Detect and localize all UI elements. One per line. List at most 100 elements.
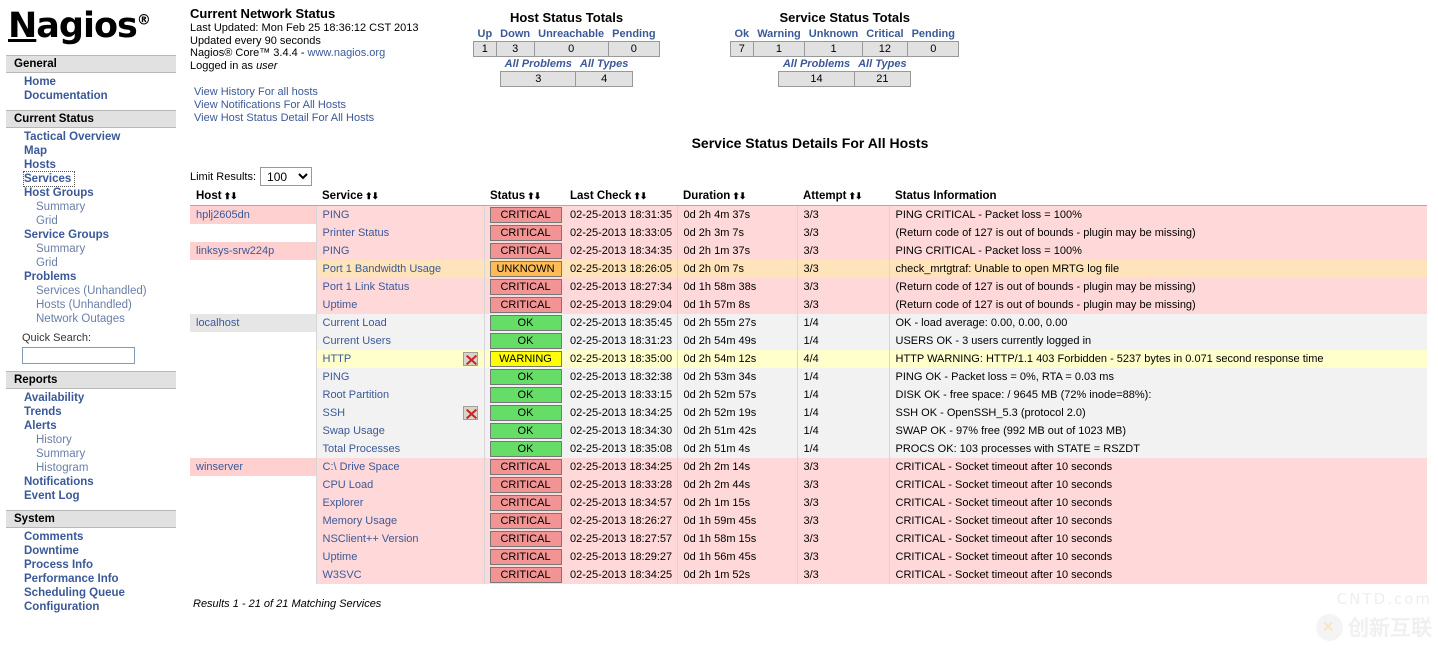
network-status-link[interactable]: View History For all hosts xyxy=(190,86,470,99)
sidebar-item-service-groups[interactable]: Service Groups xyxy=(0,228,184,242)
service-link[interactable]: Uptime xyxy=(323,299,358,311)
subtotals-value[interactable]: 4 xyxy=(575,71,633,87)
nagios-org-link[interactable]: www.nagios.org xyxy=(308,47,386,59)
sidebar-item-grid[interactable]: Grid xyxy=(0,214,184,228)
nagios-logo[interactable]: Nagios® xyxy=(0,0,184,48)
totals-value[interactable]: 0 xyxy=(607,41,661,57)
column-header-duration[interactable]: Duration ⬆⬇ xyxy=(677,189,797,206)
totals-value[interactable]: 7 xyxy=(730,41,754,57)
service-link[interactable]: Printer Status xyxy=(323,227,390,239)
subtotals-header: All Types xyxy=(579,58,629,70)
host-cell[interactable]: winserver xyxy=(190,458,317,476)
column-header-label: Service xyxy=(322,190,363,202)
totals-value[interactable]: 12 xyxy=(861,41,909,57)
sidebar-item-summary[interactable]: Summary xyxy=(0,200,184,214)
service-link[interactable]: Root Partition xyxy=(323,389,390,401)
service-link[interactable]: PING xyxy=(323,371,350,383)
sort-arrows-icon[interactable]: ⬆⬇ xyxy=(365,191,379,201)
sidebar-item-map[interactable]: Map xyxy=(0,144,184,158)
service-link[interactable]: PING xyxy=(323,209,350,221)
sidebar-item-summary[interactable]: Summary xyxy=(0,447,184,461)
sidebar-item-tactical-overview[interactable]: Tactical Overview xyxy=(0,130,184,144)
host-cell[interactable]: localhost xyxy=(190,314,317,332)
service-link[interactable]: Current Users xyxy=(323,335,391,347)
subtotals-value[interactable]: 21 xyxy=(853,71,912,87)
sidebar-item-comments[interactable]: Comments xyxy=(0,530,184,544)
sidebar-item-hosts-unhandled[interactable]: Hosts (Unhandled) xyxy=(0,298,184,312)
sort-arrows-icon[interactable]: ⬆⬇ xyxy=(848,191,862,201)
sidebar-item-availability[interactable]: Availability xyxy=(0,391,184,405)
sidebar-item-grid[interactable]: Grid xyxy=(0,256,184,270)
host-totals-value-row: 1300 xyxy=(473,41,661,57)
sidebar-item-scheduling-queue[interactable]: Scheduling Queue xyxy=(0,586,184,600)
totals-value[interactable]: 1 xyxy=(473,41,497,57)
sidebar-item-notifications[interactable]: Notifications xyxy=(0,475,184,489)
service-link[interactable]: HTTP xyxy=(323,353,352,365)
sidebar-item-services-unhandled[interactable]: Services (Unhandled) xyxy=(0,284,184,298)
sort-arrows-icon[interactable]: ⬆⬇ xyxy=(527,191,541,201)
service-link[interactable]: Uptime xyxy=(323,551,358,563)
totals-value[interactable]: 0 xyxy=(907,41,960,57)
service-link[interactable]: Port 1 Bandwidth Usage xyxy=(323,263,442,275)
quick-search-input[interactable] xyxy=(22,347,135,364)
column-header-last-check[interactable]: Last Check ⬆⬇ xyxy=(564,189,677,206)
service-link[interactable]: Memory Usage xyxy=(323,515,398,527)
sidebar-item-history[interactable]: History xyxy=(0,433,184,447)
sidebar-item-histogram[interactable]: Histogram xyxy=(0,461,184,475)
sidebar-item-host-groups[interactable]: Host Groups xyxy=(0,186,184,200)
service-link[interactable]: Total Processes xyxy=(323,443,401,455)
sort-arrows-icon[interactable]: ⬆⬇ xyxy=(633,191,647,201)
column-header-service[interactable]: Service ⬆⬇ xyxy=(316,189,484,206)
sidebar-item-network-outages[interactable]: Network Outages xyxy=(0,312,184,326)
sidebar-item-documentation[interactable]: Documentation xyxy=(0,89,184,103)
service-link[interactable]: Swap Usage xyxy=(323,425,385,437)
limit-results-select[interactable]: 501002505001000 xyxy=(260,167,313,186)
totals-value[interactable]: 3 xyxy=(495,41,535,57)
notifications-disabled-icon[interactable] xyxy=(462,352,478,366)
sidebar-item-downtime[interactable]: Downtime xyxy=(0,544,184,558)
service-link[interactable]: Current Load xyxy=(323,317,387,329)
service-link[interactable]: PING xyxy=(323,245,350,257)
host-link[interactable]: winserver xyxy=(196,461,243,473)
host-link[interactable]: hplj2605dn xyxy=(196,209,250,221)
totals-value[interactable]: 1 xyxy=(804,41,863,57)
sidebar-item-problems[interactable]: Problems xyxy=(0,270,184,284)
network-status-link[interactable]: View Notifications For All Hosts xyxy=(190,99,470,112)
host-link[interactable]: localhost xyxy=(196,317,239,329)
sidebar-item-home[interactable]: Home xyxy=(0,75,184,89)
service-link[interactable]: Port 1 Link Status xyxy=(323,281,410,293)
service-link[interactable]: CPU Load xyxy=(323,479,374,491)
service-link[interactable]: Explorer xyxy=(323,497,364,509)
host-link[interactable]: linksys-srw224p xyxy=(196,245,274,257)
subtotals-value[interactable]: 14 xyxy=(778,71,855,87)
column-header-attempt[interactable]: Attempt ⬆⬇ xyxy=(797,189,889,206)
sort-arrows-icon[interactable]: ⬆⬇ xyxy=(224,191,238,201)
sidebar-item-alerts[interactable]: Alerts xyxy=(0,419,184,433)
service-link[interactable]: SSH xyxy=(323,407,346,419)
sidebar-item-performance-info[interactable]: Performance Info xyxy=(0,572,184,586)
service-link[interactable]: W3SVC xyxy=(323,569,362,581)
sidebar-item-event-log[interactable]: Event Log xyxy=(0,489,184,503)
sort-arrows-icon[interactable]: ⬆⬇ xyxy=(732,191,746,201)
sidebar-item-process-info[interactable]: Process Info xyxy=(0,558,184,572)
column-header-host[interactable]: Host ⬆⬇ xyxy=(190,189,316,206)
totals-value[interactable]: 1 xyxy=(752,41,806,57)
column-header-status[interactable]: Status ⬆⬇ xyxy=(484,189,564,206)
service-link[interactable]: NSClient++ Version xyxy=(323,533,419,545)
network-status-link[interactable]: View Host Status Detail For All Hosts xyxy=(190,112,470,125)
sidebar-item-trends[interactable]: Trends xyxy=(0,405,184,419)
host-cell[interactable]: linksys-srw224p xyxy=(190,242,317,260)
totals-header: Warning xyxy=(757,28,801,40)
subtotals-value[interactable]: 3 xyxy=(500,71,577,87)
sidebar-item-services[interactable]: Services xyxy=(22,171,76,187)
service-link[interactable]: C:\ Drive Space xyxy=(323,461,400,473)
host-cell[interactable]: hplj2605dn xyxy=(190,205,317,224)
sidebar-item-configuration[interactable]: Configuration xyxy=(0,600,184,614)
sidebar-item-hosts[interactable]: Hosts xyxy=(0,158,184,172)
sidebar-item-summary[interactable]: Summary xyxy=(0,242,184,256)
host-cell xyxy=(190,296,317,314)
notifications-disabled-icon[interactable] xyxy=(462,406,478,420)
quick-search-label: Quick Search: xyxy=(22,332,92,344)
totals-value[interactable]: 0 xyxy=(533,41,609,57)
status-cell: CRITICAL xyxy=(484,278,564,296)
